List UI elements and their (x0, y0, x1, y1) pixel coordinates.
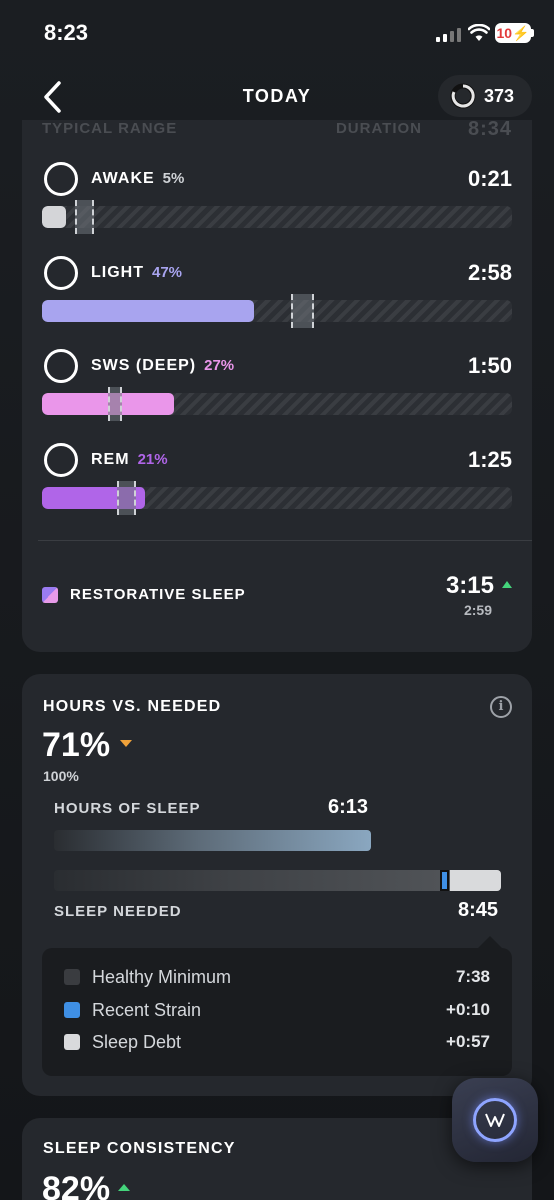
legend-swatch (64, 1002, 80, 1018)
wifi-icon (468, 24, 490, 41)
whoop-logo-icon (473, 1098, 517, 1142)
sleep-needed-bar (54, 870, 501, 891)
hours-of-sleep-label: HOURS OF SLEEP (54, 800, 201, 817)
score-pill[interactable]: 373 (438, 75, 532, 117)
legend-label: Recent Strain (92, 1000, 202, 1020)
stage-name: AWAKE 5% (91, 170, 185, 187)
info-icon[interactable]: i (490, 696, 512, 718)
card-title: SLEEP CONSISTENCY (43, 1140, 236, 1157)
stage-duration: 1:50 (467, 353, 512, 378)
stage-typical-range (75, 200, 94, 234)
stage-percent: 47% (152, 264, 183, 281)
hours-percent: 71% (42, 726, 111, 764)
nav-bar: TODAY 373 (0, 66, 554, 126)
typical-range-label: TYPICAL RANGE (42, 120, 178, 137)
legend-swatch (64, 969, 80, 985)
stage-name: LIGHT 47% (91, 264, 183, 281)
status-time: 8:23 (44, 20, 89, 45)
restorative-value: 3:15 (445, 572, 494, 599)
battery-nub (531, 29, 534, 37)
stage-circle-icon (44, 256, 78, 290)
sleep-needed-label: SLEEP NEEDED (54, 903, 182, 920)
stage-circle-icon (44, 162, 78, 196)
stage-duration: 2:58 (467, 260, 512, 285)
legend-label: Healthy Minimum (92, 967, 232, 987)
stage-percent: 27% (204, 357, 235, 374)
legend-label: Sleep Debt (92, 1032, 182, 1052)
stage-typical-range (117, 481, 136, 515)
stage-duration: 1:25 (467, 447, 512, 472)
hours-of-sleep-bar (54, 830, 371, 851)
legend-item: Sleep Debt +0:57 (64, 1030, 490, 1054)
legend-swatch (64, 1034, 80, 1050)
card-title: HOURS VS. NEEDED (43, 698, 222, 715)
battery-level: 10 (496, 25, 513, 41)
stage-typical-range (108, 387, 122, 421)
stage-typical-range (291, 294, 314, 328)
duration-header-label: DURATION (335, 120, 422, 137)
duration-header-value: 8:34 (467, 120, 512, 138)
score-ring-icon (450, 83, 476, 109)
restorative-previous: 2:59 (463, 602, 492, 618)
baseline-percent: 100% (43, 768, 79, 784)
recent-strain-segment (440, 870, 449, 891)
stage-circle-icon (44, 349, 78, 383)
restorative-icon (42, 587, 58, 603)
legend-item: Recent Strain +0:10 (64, 998, 490, 1022)
legend-value: 7:38 (455, 967, 490, 986)
cellular-signal-icon (436, 26, 461, 42)
stages-header: TYPICAL RANGE DURATION 8:34 (22, 120, 532, 138)
restorative-label: RESTORATIVE SLEEP (70, 586, 246, 603)
stage-percent: 21% (137, 451, 168, 468)
stage-name: SWS (DEEP) 27% (91, 357, 235, 374)
hours-of-sleep-value: 6:13 (328, 796, 369, 818)
sleep-needed-value: 8:45 (458, 899, 499, 921)
trend-up-icon (502, 581, 512, 588)
status-bar: 8:23 10⚡ (0, 0, 554, 66)
sleep-stages-card: TYPICAL RANGE DURATION 8:34 AWAKE 5% 0:21… (22, 120, 532, 652)
hours-vs-needed-card: HOURS VS. NEEDED i 71% 100% HOURS OF SLE… (22, 674, 532, 1096)
score-value: 373 (484, 85, 515, 106)
legend-value: +0:10 (446, 1000, 490, 1019)
consistency-percent: 82% (42, 1170, 111, 1200)
whoop-coach-button[interactable] (452, 1078, 538, 1162)
battery-icon: 10⚡ (495, 23, 531, 43)
stage-duration: 0:21 (467, 166, 512, 191)
divider (38, 540, 532, 541)
stage-circle-icon (44, 443, 78, 477)
sleep-debt-segment (450, 870, 501, 891)
legend-item: Healthy Minimum 7:38 (64, 965, 490, 989)
trend-down-icon (120, 740, 132, 747)
legend-pointer (478, 936, 502, 948)
stage-percent: 5% (162, 170, 185, 187)
stage-name: REM 21% (91, 451, 168, 468)
legend-value: +0:57 (446, 1032, 490, 1051)
trend-up-icon (118, 1184, 130, 1191)
needed-breakdown-legend: Healthy Minimum 7:38 Recent Strain +0:10… (42, 948, 512, 1076)
